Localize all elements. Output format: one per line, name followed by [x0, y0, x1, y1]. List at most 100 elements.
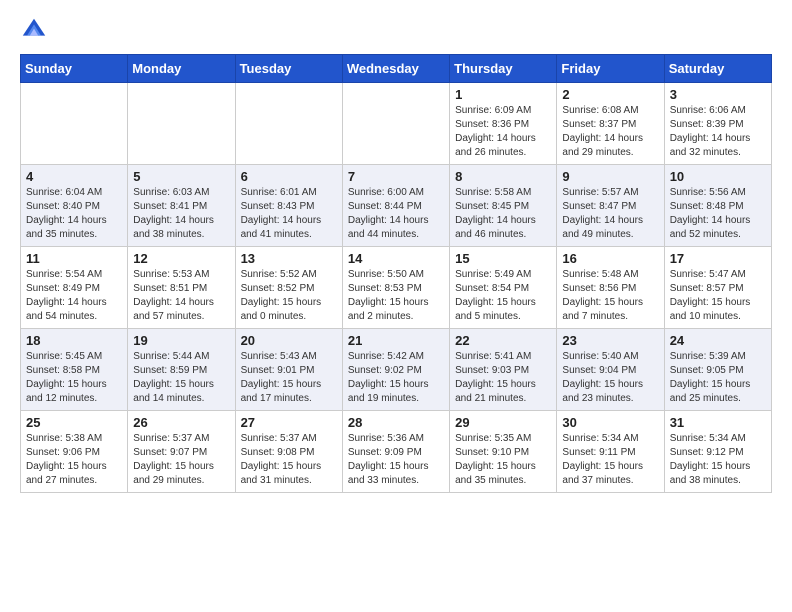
calendar-cell — [128, 83, 235, 165]
day-number: 13 — [241, 251, 337, 266]
day-info: Sunrise: 5:42 AM Sunset: 9:02 PM Dayligh… — [348, 350, 444, 406]
calendar-cell: 3 Sunrise: 6:06 AM Sunset: 8:39 PM Daylig… — [664, 83, 771, 165]
day-number: 15 — [455, 251, 551, 266]
calendar-week-row: 4 Sunrise: 6:04 AM Sunset: 8:40 PM Daylig… — [21, 165, 772, 247]
day-number: 6 — [241, 169, 337, 184]
day-info: Sunrise: 5:35 AM Sunset: 9:10 PM Dayligh… — [455, 432, 551, 488]
day-info: Sunrise: 5:39 AM Sunset: 9:05 PM Dayligh… — [670, 350, 766, 406]
day-info: Sunrise: 5:43 AM Sunset: 9:01 PM Dayligh… — [241, 350, 337, 406]
day-number: 30 — [562, 415, 658, 430]
calendar-cell: 31Sunrise: 5:34 AM Sunset: 9:12 PM Dayli… — [664, 411, 771, 493]
day-number: 19 — [133, 333, 229, 348]
day-number: 7 — [348, 169, 444, 184]
calendar-cell — [235, 83, 342, 165]
calendar-cell: 27 Sunrise: 5:37 AM Sunset: 9:08 PM Dayli… — [235, 411, 342, 493]
day-number: 4 — [26, 169, 122, 184]
day-number: 3 — [670, 87, 766, 102]
day-number: 23 — [562, 333, 658, 348]
calendar-cell: 26 Sunrise: 5:37 AM Sunset: 9:07 PM Dayli… — [128, 411, 235, 493]
calendar-day-header: Sunday — [21, 55, 128, 83]
calendar-cell: 18Sunrise: 5:45 AM Sunset: 8:58 PM Dayli… — [21, 329, 128, 411]
calendar-cell: 28 Sunrise: 5:36 AM Sunset: 9:09 PM Dayli… — [342, 411, 449, 493]
day-number: 24 — [670, 333, 766, 348]
calendar-cell: 30 Sunrise: 5:34 AM Sunset: 9:11 PM Dayli… — [557, 411, 664, 493]
calendar-cell: 4 Sunrise: 6:04 AM Sunset: 8:40 PM Daylig… — [21, 165, 128, 247]
calendar-cell: 6 Sunrise: 6:01 AM Sunset: 8:43 PM Daylig… — [235, 165, 342, 247]
day-info: Sunrise: 5:36 AM Sunset: 9:09 PM Dayligh… — [348, 432, 444, 488]
page: SundayMondayTuesdayWednesdayThursdayFrid… — [0, 0, 792, 511]
day-number: 1 — [455, 87, 551, 102]
day-info: Sunrise: 5:38 AM Sunset: 9:06 PM Dayligh… — [26, 432, 122, 488]
calendar-cell: 29Sunrise: 5:35 AM Sunset: 9:10 PM Dayli… — [450, 411, 557, 493]
calendar-cell: 12 Sunrise: 5:53 AM Sunset: 8:51 PM Dayli… — [128, 247, 235, 329]
day-number: 21 — [348, 333, 444, 348]
calendar-cell: 20 Sunrise: 5:43 AM Sunset: 9:01 PM Dayli… — [235, 329, 342, 411]
day-number: 12 — [133, 251, 229, 266]
day-info: Sunrise: 6:03 AM Sunset: 8:41 PM Dayligh… — [133, 186, 229, 242]
calendar-cell: 25 Sunrise: 5:38 AM Sunset: 9:06 PM Dayli… — [21, 411, 128, 493]
day-number: 14 — [348, 251, 444, 266]
day-info: Sunrise: 5:48 AM Sunset: 8:56 PM Dayligh… — [562, 268, 658, 324]
calendar-table: SundayMondayTuesdayWednesdayThursdayFrid… — [20, 54, 772, 493]
logo-icon — [20, 16, 48, 44]
day-info: Sunrise: 6:08 AM Sunset: 8:37 PM Dayligh… — [562, 104, 658, 160]
day-info: Sunrise: 5:54 AM Sunset: 8:49 PM Dayligh… — [26, 268, 122, 324]
calendar-cell: 21 Sunrise: 5:42 AM Sunset: 9:02 PM Dayli… — [342, 329, 449, 411]
calendar-cell: 1 Sunrise: 6:09 AM Sunset: 8:36 PM Daylig… — [450, 83, 557, 165]
day-number: 25 — [26, 415, 122, 430]
day-number: 31 — [670, 415, 766, 430]
calendar-cell: 7Sunrise: 6:00 AM Sunset: 8:44 PM Daylig… — [342, 165, 449, 247]
day-info: Sunrise: 6:09 AM Sunset: 8:36 PM Dayligh… — [455, 104, 551, 160]
calendar-cell: 2 Sunrise: 6:08 AM Sunset: 8:37 PM Daylig… — [557, 83, 664, 165]
day-number: 5 — [133, 169, 229, 184]
day-number: 17 — [670, 251, 766, 266]
day-info: Sunrise: 6:01 AM Sunset: 8:43 PM Dayligh… — [241, 186, 337, 242]
calendar-cell: 16Sunrise: 5:48 AM Sunset: 8:56 PM Dayli… — [557, 247, 664, 329]
calendar-week-row: 11 Sunrise: 5:54 AM Sunset: 8:49 PM Dayli… — [21, 247, 772, 329]
day-info: Sunrise: 5:37 AM Sunset: 9:08 PM Dayligh… — [241, 432, 337, 488]
day-info: Sunrise: 5:41 AM Sunset: 9:03 PM Dayligh… — [455, 350, 551, 406]
calendar-cell: 22 Sunrise: 5:41 AM Sunset: 9:03 PM Dayli… — [450, 329, 557, 411]
day-info: Sunrise: 5:40 AM Sunset: 9:04 PM Dayligh… — [562, 350, 658, 406]
calendar-cell: 23 Sunrise: 5:40 AM Sunset: 9:04 PM Dayli… — [557, 329, 664, 411]
calendar-cell: 10 Sunrise: 5:56 AM Sunset: 8:48 PM Dayli… — [664, 165, 771, 247]
day-info: Sunrise: 5:44 AM Sunset: 8:59 PM Dayligh… — [133, 350, 229, 406]
day-info: Sunrise: 5:34 AM Sunset: 9:11 PM Dayligh… — [562, 432, 658, 488]
calendar-day-header: Tuesday — [235, 55, 342, 83]
day-number: 22 — [455, 333, 551, 348]
logo — [20, 16, 52, 44]
day-number: 26 — [133, 415, 229, 430]
day-info: Sunrise: 5:57 AM Sunset: 8:47 PM Dayligh… — [562, 186, 658, 242]
header — [20, 16, 772, 44]
calendar-day-header: Monday — [128, 55, 235, 83]
day-number: 10 — [670, 169, 766, 184]
day-info: Sunrise: 5:53 AM Sunset: 8:51 PM Dayligh… — [133, 268, 229, 324]
day-number: 2 — [562, 87, 658, 102]
day-info: Sunrise: 5:52 AM Sunset: 8:52 PM Dayligh… — [241, 268, 337, 324]
day-info: Sunrise: 5:37 AM Sunset: 9:07 PM Dayligh… — [133, 432, 229, 488]
calendar-week-row: 25 Sunrise: 5:38 AM Sunset: 9:06 PM Dayli… — [21, 411, 772, 493]
calendar-cell: 8 Sunrise: 5:58 AM Sunset: 8:45 PM Daylig… — [450, 165, 557, 247]
day-number: 11 — [26, 251, 122, 266]
calendar-cell — [342, 83, 449, 165]
day-number: 27 — [241, 415, 337, 430]
calendar-cell — [21, 83, 128, 165]
calendar-cell: 19 Sunrise: 5:44 AM Sunset: 8:59 PM Dayli… — [128, 329, 235, 411]
day-number: 8 — [455, 169, 551, 184]
day-info: Sunrise: 5:45 AM Sunset: 8:58 PM Dayligh… — [26, 350, 122, 406]
calendar-cell: 9 Sunrise: 5:57 AM Sunset: 8:47 PM Daylig… — [557, 165, 664, 247]
day-number: 9 — [562, 169, 658, 184]
day-info: Sunrise: 6:04 AM Sunset: 8:40 PM Dayligh… — [26, 186, 122, 242]
day-info: Sunrise: 5:56 AM Sunset: 8:48 PM Dayligh… — [670, 186, 766, 242]
calendar-day-header: Saturday — [664, 55, 771, 83]
calendar-day-header: Friday — [557, 55, 664, 83]
calendar-day-header: Thursday — [450, 55, 557, 83]
calendar-cell: 13 Sunrise: 5:52 AM Sunset: 8:52 PM Dayli… — [235, 247, 342, 329]
day-number: 28 — [348, 415, 444, 430]
day-info: Sunrise: 5:50 AM Sunset: 8:53 PM Dayligh… — [348, 268, 444, 324]
calendar-cell: 14 Sunrise: 5:50 AM Sunset: 8:53 PM Dayli… — [342, 247, 449, 329]
day-info: Sunrise: 5:58 AM Sunset: 8:45 PM Dayligh… — [455, 186, 551, 242]
day-info: Sunrise: 6:06 AM Sunset: 8:39 PM Dayligh… — [670, 104, 766, 160]
calendar-cell: 17Sunrise: 5:47 AM Sunset: 8:57 PM Dayli… — [664, 247, 771, 329]
day-number: 20 — [241, 333, 337, 348]
